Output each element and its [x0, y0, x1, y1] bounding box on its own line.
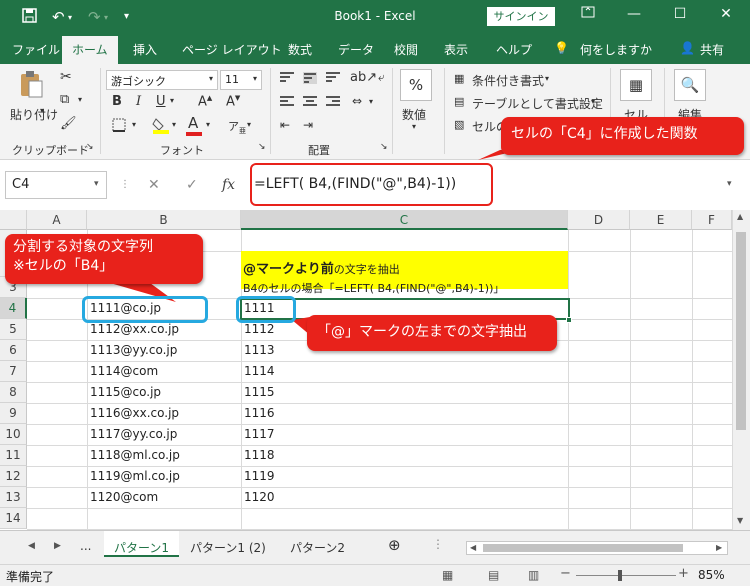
- result-cell-highlight: [236, 296, 296, 323]
- source-callout: 分割する対象の文字列 ※セルの「B4」: [5, 234, 203, 284]
- source-callout-line1: 分割する対象の文字列: [13, 239, 153, 255]
- callout-pointers: [110, 150, 520, 340]
- source-callout-line2: ※セルの「B4」: [13, 258, 114, 274]
- result-callout: 「@」マークの左までの文字抽出: [307, 315, 557, 351]
- source-cell-highlight: [82, 296, 208, 323]
- formula-callout: セルの「C4」に作成した関数: [501, 117, 744, 155]
